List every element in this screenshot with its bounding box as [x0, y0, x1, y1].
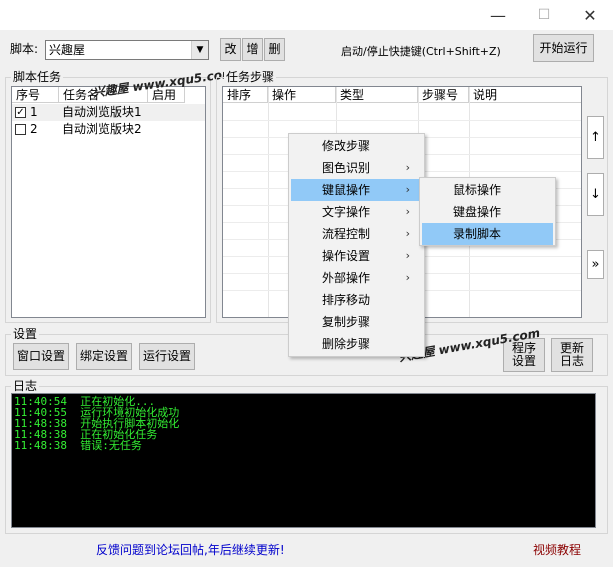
- script-tasks-title: 脚本任务: [11, 70, 64, 84]
- start-button[interactable]: 开始运行: [533, 34, 594, 62]
- video-tutorial-link[interactable]: 视频教程: [533, 543, 581, 557]
- submenu-item-mouse[interactable]: 鼠标操作: [422, 179, 553, 201]
- chevron-right-icon: ›: [405, 161, 410, 174]
- column-header[interactable]: 排序: [223, 87, 268, 103]
- delete-script-button[interactable]: 删: [264, 38, 285, 61]
- task-steps-title: 任务步骤: [224, 70, 277, 84]
- move-up-button[interactable]: ↑: [587, 116, 604, 159]
- log-title: 日志: [11, 379, 40, 393]
- update-log-button[interactable]: 更新 日志: [551, 338, 593, 372]
- task-number: 2: [30, 122, 38, 136]
- move-down-button[interactable]: ↓: [587, 173, 604, 216]
- submenu-item-keyboard[interactable]: 键盘操作: [422, 201, 553, 223]
- menu-item-delete-step[interactable]: 删除步骤: [291, 333, 422, 355]
- column-header[interactable]: 操作: [268, 87, 336, 103]
- submenu: 鼠标操作 键盘操作 录制脚本: [419, 177, 556, 246]
- menu-item-sort-move[interactable]: 排序移动: [291, 289, 422, 311]
- menu-item-operation-settings[interactable]: 操作设置 ›: [291, 245, 422, 267]
- script-select-value: 兴趣屋: [49, 43, 86, 57]
- menu-item-external-operations[interactable]: 外部操作 ›: [291, 267, 422, 289]
- bind-settings-button[interactable]: 绑定设置: [76, 343, 132, 370]
- menu-item-edit-step[interactable]: 修改步骤: [291, 135, 422, 157]
- script-tasks-list[interactable]: 序号 任务名 启用 ✓ 1 自动浏览版块1 2 自动浏览版块2: [11, 86, 206, 318]
- task-name: 自动浏览版块1: [62, 105, 142, 119]
- enable-checkbox[interactable]: ✓: [15, 107, 26, 118]
- chevron-right-icon: ›: [405, 227, 410, 240]
- chevron-right-icon: ›: [405, 249, 410, 262]
- submenu-item-record-script[interactable]: 录制脚本: [422, 223, 553, 245]
- double-chevron-icon: »: [591, 257, 600, 272]
- menu-item-text-operations[interactable]: 文字操作 ›: [291, 201, 422, 223]
- add-script-button[interactable]: 增: [242, 38, 263, 61]
- close-icon: ✕: [583, 5, 597, 25]
- script-select[interactable]: 兴趣屋 ▼: [45, 40, 209, 60]
- menu-item-copy-step[interactable]: 复制步骤: [291, 311, 422, 333]
- log-output[interactable]: 11:40:54 正在初始化... 11:40:55 运行环境初始化成功 11:…: [11, 393, 596, 528]
- column-header[interactable]: 序号: [12, 87, 59, 103]
- maximize-icon: ☐: [537, 7, 551, 23]
- task-number: 1: [30, 105, 38, 119]
- chevron-right-icon: ›: [405, 183, 410, 196]
- window-settings-button[interactable]: 窗口设置: [13, 343, 69, 370]
- chevron-right-icon: ›: [405, 205, 410, 218]
- script-label: 脚本:: [10, 42, 39, 56]
- column-header[interactable]: 类型: [336, 87, 418, 103]
- minimize-button[interactable]: —: [475, 0, 521, 30]
- arrow-up-icon: ↑: [590, 130, 601, 145]
- hotkey-text: 启动/停止快捷键(Ctrl+Shift+Z): [341, 45, 501, 58]
- settings-title: 设置: [11, 327, 40, 341]
- menu-item-keyboard-mouse[interactable]: 键鼠操作 ›: [291, 179, 422, 201]
- chevron-down-icon[interactable]: ▼: [191, 41, 208, 59]
- enable-checkbox[interactable]: [15, 124, 26, 135]
- maximize-button[interactable]: ☐: [521, 0, 567, 30]
- menu-item-flow-control[interactable]: 流程控制 ›: [291, 223, 422, 245]
- context-menu: 修改步骤 图色识别 › 键鼠操作 › 文字操作 › 流程控制 › 操作设置 › 外部操作 ›…: [288, 133, 425, 357]
- log-line: 11:48:38 错误:无任务: [14, 439, 142, 452]
- arrow-down-icon: ↓: [590, 187, 601, 202]
- minimize-icon: —: [490, 5, 506, 25]
- task-name: 自动浏览版块2: [62, 122, 142, 136]
- run-settings-button[interactable]: 运行设置: [139, 343, 195, 370]
- table-row[interactable]: ✓ 1 自动浏览版块1: [12, 104, 205, 121]
- expand-button[interactable]: »: [587, 250, 604, 279]
- title-bar: — ☐ ✕: [0, 0, 613, 30]
- edit-script-button[interactable]: 改: [220, 38, 241, 61]
- feedback-link[interactable]: 反馈问题到论坛回帖,年后继续更新!: [96, 543, 285, 557]
- menu-item-image-recognition[interactable]: 图色识别 ›: [291, 157, 422, 179]
- chevron-right-icon: ›: [405, 271, 410, 284]
- table-row[interactable]: 2 自动浏览版块2: [12, 121, 205, 138]
- close-button[interactable]: ✕: [567, 0, 613, 30]
- column-header[interactable]: 说明: [469, 87, 581, 103]
- column-header[interactable]: 步骤号: [418, 87, 469, 103]
